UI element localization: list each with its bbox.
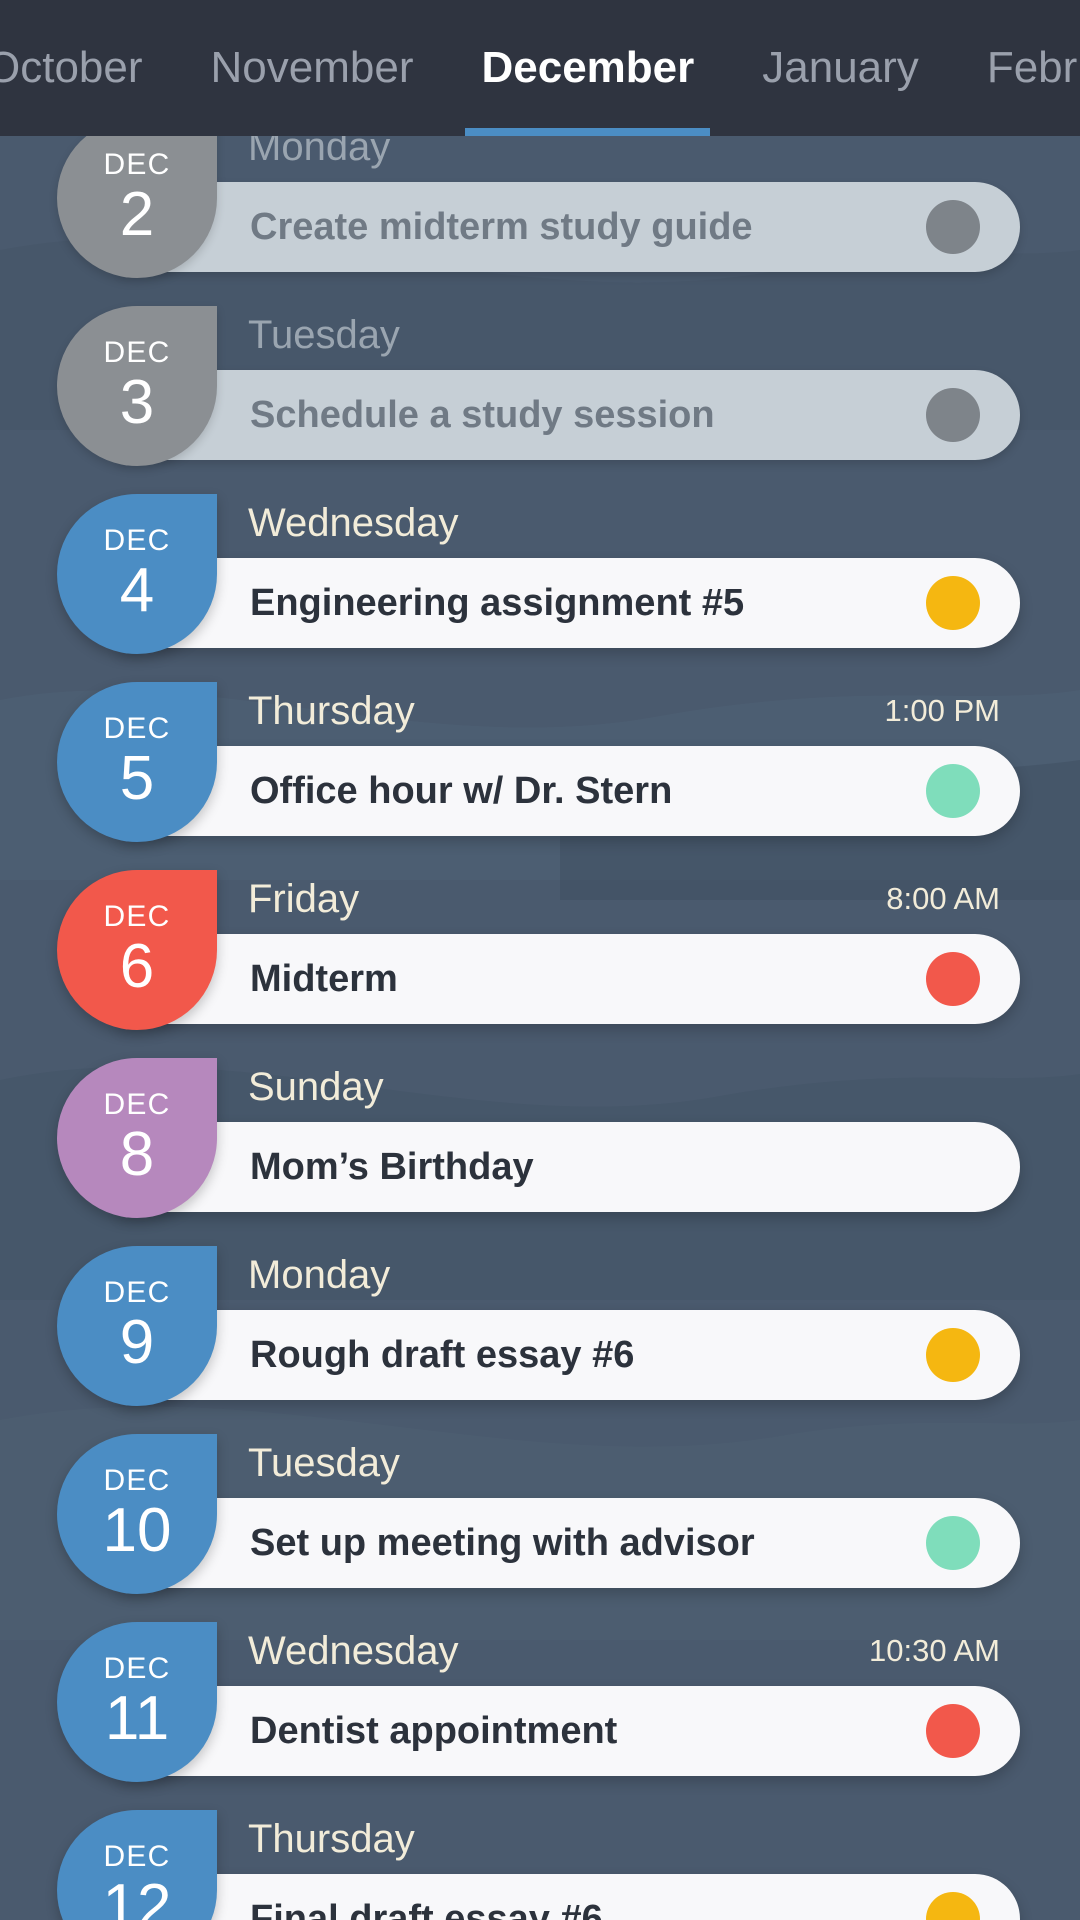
agenda-list[interactable]: Create midterm study guide Monday DEC 2 Sche… [0,0,1080,1920]
event-title: Office hour w/ Dr. Stern [250,769,673,812]
event-card[interactable]: Mom’s Birthday [120,1122,1020,1212]
badge-month-label: DEC [103,1276,171,1309]
date-badge[interactable]: DEC 3 [57,306,217,466]
weekday-label: Thursday [248,1816,415,1861]
event-card[interactable]: Schedule a study session [120,370,1020,460]
event-title: Final draft essay #6 [250,1897,603,1920]
event-card[interactable]: Office hour w/ Dr. Stern [120,746,1020,836]
event-title: Set up meeting with advisor [250,1521,755,1564]
row-header: Monday [248,1252,1000,1298]
date-badge[interactable]: DEC 8 [57,1058,217,1218]
weekday-label: Monday [248,1252,391,1297]
event-time-label: 1:00 PM [884,693,1000,728]
row-header: Wednesday 10:30 AM [248,1628,1000,1674]
month-tab-january[interactable]: January [728,0,953,136]
event-title: Midterm [250,957,398,1000]
badge-day-number: 9 [119,1308,155,1377]
badge-day-number: 10 [102,1496,172,1565]
event-card[interactable]: Rough draft essay #6 [120,1310,1020,1400]
agenda-row[interactable]: Schedule a study session Tuesday DEC 3 [0,284,1080,472]
event-status-dot[interactable] [926,388,980,442]
weekday-label: Sunday [248,1064,384,1109]
badge-month-label: DEC [103,1652,171,1685]
badge-day-number: 11 [104,1684,170,1753]
event-time-label: 10:30 AM [869,1633,1000,1668]
weekday-label: Wednesday [248,1628,459,1673]
event-card[interactable]: Set up meeting with advisor [120,1498,1020,1588]
date-badge[interactable]: DEC 9 [57,1246,217,1406]
month-tab-strip[interactable]: OctoberNovemberDecemberJanuaryFebruary [0,0,1080,136]
event-card[interactable]: Final draft essay #6 [120,1874,1020,1920]
badge-month-label: DEC [103,336,171,369]
row-header: Thursday [248,1816,1000,1862]
event-card[interactable]: Midterm [120,934,1020,1024]
event-status-dot[interactable] [926,1140,980,1194]
event-status-dot[interactable] [926,200,980,254]
event-title: Create midterm study guide [250,205,753,248]
weekday-label: Thursday [248,688,415,733]
weekday-label: Tuesday [248,1440,400,1485]
row-header: Thursday 1:00 PM [248,688,1000,734]
month-tab-november[interactable]: November [177,0,448,136]
agenda-row[interactable]: Final draft essay #6 Thursday DEC 12 [0,1788,1080,1920]
row-header: Sunday [248,1064,1000,1110]
month-tab-december[interactable]: December [447,0,728,136]
date-badge[interactable]: DEC 12 [57,1810,217,1920]
badge-month-label: DEC [103,1840,171,1873]
badge-month-label: DEC [103,900,171,933]
month-tab-october[interactable]: October [0,0,177,136]
badge-day-number: 8 [119,1120,155,1189]
agenda-row[interactable]: Rough draft essay #6 Monday DEC 9 [0,1224,1080,1412]
event-status-dot[interactable] [926,952,980,1006]
agenda-row[interactable]: Engineering assignment #5 Wednesday DEC 4 [0,472,1080,660]
row-header: Wednesday [248,500,1000,546]
badge-day-number: 6 [119,932,155,1001]
agenda-row[interactable]: Dentist appointment Wednesday 10:30 AM DEC 1… [0,1600,1080,1788]
badge-day-number: 2 [119,180,155,249]
agenda-row[interactable]: Office hour w/ Dr. Stern Thursday 1:00 PM D… [0,660,1080,848]
month-tab-february[interactable]: February [953,0,1080,136]
row-header: Tuesday [248,312,1000,358]
event-status-dot[interactable] [926,576,980,630]
event-status-dot[interactable] [926,1516,980,1570]
weekday-label: Friday [248,876,360,921]
badge-month-label: DEC [103,148,171,181]
date-badge[interactable]: DEC 11 [57,1622,217,1782]
event-title: Engineering assignment #5 [250,581,745,624]
agenda-row[interactable]: Mom’s Birthday Sunday DEC 8 [0,1036,1080,1224]
event-title: Rough draft essay #6 [250,1333,635,1376]
event-time-label: 8:00 AM [886,881,1000,916]
event-title: Schedule a study session [250,393,715,436]
date-badge[interactable]: DEC 6 [57,870,217,1030]
event-status-dot[interactable] [926,1704,980,1758]
badge-day-number: 4 [119,556,155,625]
agenda-row[interactable]: Set up meeting with advisor Tuesday DEC 10 [0,1412,1080,1600]
month-tab-bar[interactable]: OctoberNovemberDecemberJanuaryFebruary [0,0,1080,136]
agenda-row[interactable]: Midterm Friday 8:00 AM DEC 6 [0,848,1080,1036]
badge-month-label: DEC [103,524,171,557]
date-badge[interactable]: DEC 5 [57,682,217,842]
badge-month-label: DEC [103,1088,171,1121]
event-status-dot[interactable] [926,1892,980,1920]
event-card[interactable]: Engineering assignment #5 [120,558,1020,648]
badge-day-number: 12 [102,1872,172,1920]
date-badge[interactable]: DEC 2 [57,118,217,278]
date-badge[interactable]: DEC 10 [57,1434,217,1594]
event-title: Dentist appointment [250,1709,618,1752]
event-title: Mom’s Birthday [250,1145,534,1188]
weekday-label: Tuesday [248,312,400,357]
badge-day-number: 5 [119,744,155,813]
event-status-dot[interactable] [926,1328,980,1382]
event-status-dot[interactable] [926,764,980,818]
event-card[interactable]: Dentist appointment [120,1686,1020,1776]
weekday-label: Wednesday [248,500,459,545]
badge-month-label: DEC [103,1464,171,1497]
badge-month-label: DEC [103,712,171,745]
row-header: Friday 8:00 AM [248,876,1000,922]
date-badge[interactable]: DEC 4 [57,494,217,654]
row-header: Tuesday [248,1440,1000,1486]
badge-day-number: 3 [119,368,155,437]
event-card[interactable]: Create midterm study guide [120,182,1020,272]
